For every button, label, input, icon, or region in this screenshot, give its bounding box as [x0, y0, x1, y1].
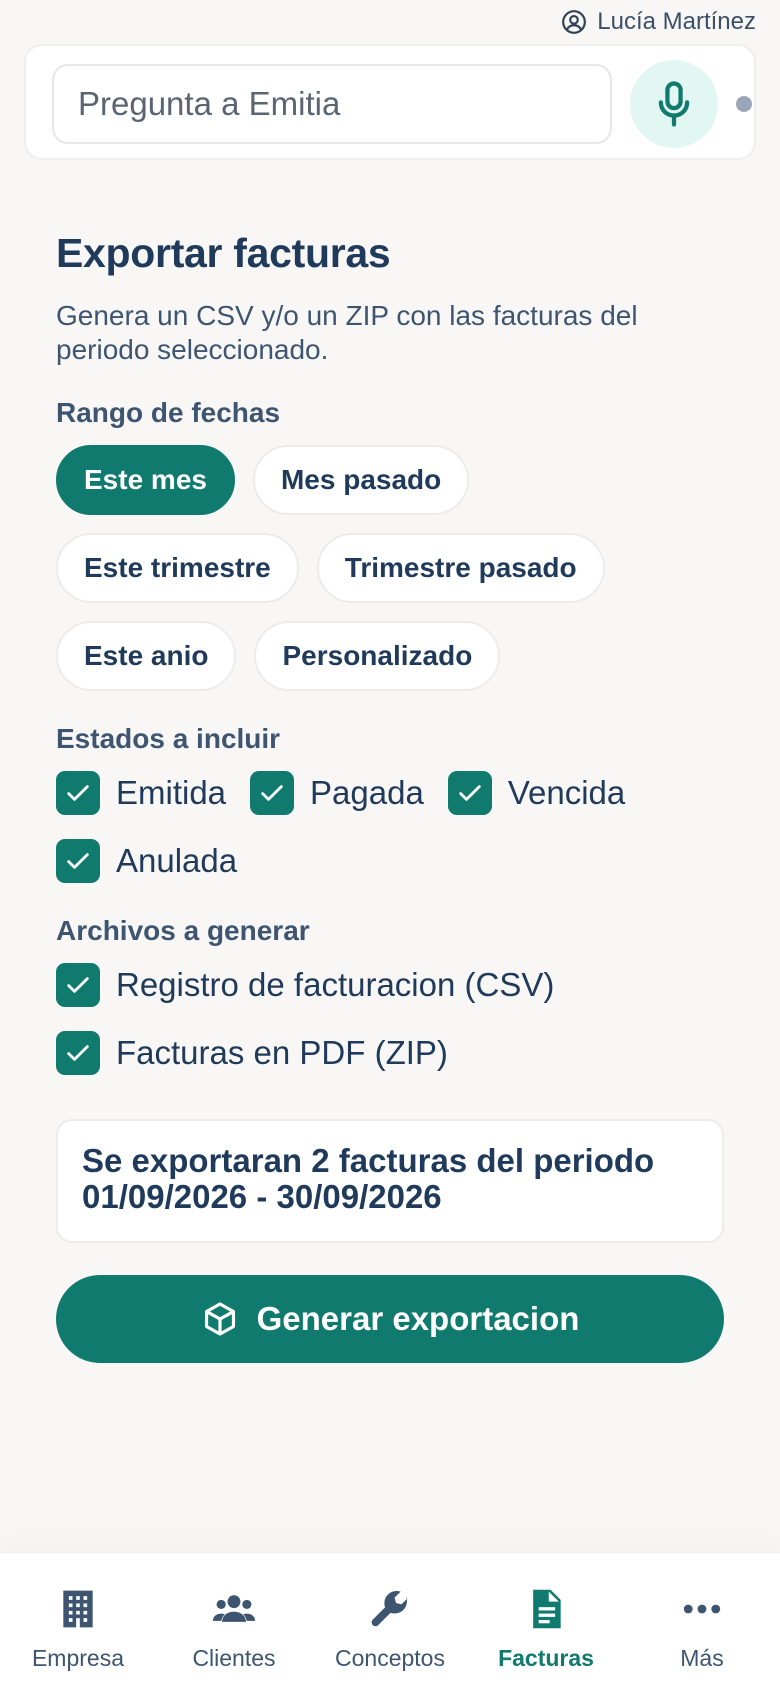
chip-mes-pasado[interactable]: Mes pasado [252, 445, 470, 515]
state-pagada[interactable]: Pagada [250, 759, 424, 827]
file-label: Registro de facturacion (CSV) [116, 966, 555, 1003]
nav-label: Empresa [31, 1645, 125, 1671]
summary-line-2: 01/09/2026 - 30/09/2026 [82, 1178, 442, 1215]
state-label: Emitida [116, 774, 227, 811]
nav-facturas[interactable]: Facturas [468, 1553, 624, 1688]
nav-label: Facturas [498, 1645, 594, 1671]
states-options: Emitida Pagada Vencida Anulada [56, 759, 728, 895]
checkbox[interactable] [56, 963, 100, 1007]
chip-este-anio[interactable]: Este anio [56, 621, 237, 691]
user-profile[interactable]: Lucía Martínez [561, 8, 756, 36]
state-anulada[interactable]: Anulada [56, 827, 704, 895]
page-description: Genera un CSV y/o un ZIP con las factura… [56, 300, 638, 365]
state-label: Anulada [116, 842, 238, 879]
checkbox[interactable] [56, 1031, 100, 1075]
ask-input[interactable] [52, 64, 612, 144]
page-title: Exportar facturas [56, 230, 391, 276]
users-icon [212, 1595, 256, 1622]
document-icon [533, 1589, 561, 1629]
files-label: Archivos a generar [56, 915, 310, 946]
building-icon [63, 1590, 93, 1628]
bottom-nav: Empresa Clientes Conceptos Facturas Más [0, 1552, 780, 1688]
summary-line-1: Se exportaran 2 facturas del periodo [82, 1142, 655, 1179]
chip-este-mes[interactable]: Este mes [56, 445, 235, 515]
chip-trimestre-pasado[interactable]: Trimestre pasado [316, 533, 605, 603]
generate-export-label: Generar exportacion [256, 1300, 580, 1337]
checkbox[interactable] [56, 839, 100, 883]
state-label: Vencida [507, 774, 626, 811]
user-name: Lucía Martínez [597, 8, 756, 35]
date-range-options: Este mes Mes pasado Este trimestre Trime… [56, 445, 728, 691]
check-icon [67, 785, 89, 801]
nav-label: Más [680, 1645, 724, 1671]
chip-este-trimestre[interactable]: Este trimestre [56, 533, 299, 603]
nav-mas[interactable]: Más [624, 1553, 780, 1688]
nav-conceptos[interactable]: Conceptos [312, 1553, 468, 1688]
microphone-icon [658, 81, 690, 127]
nav-clientes[interactable]: Clientes [156, 1553, 312, 1688]
checkbox[interactable] [447, 771, 492, 815]
check-icon [67, 977, 89, 993]
export-panel: Exportar facturas Genera un CSV y/o un Z… [56, 230, 728, 1363]
microphone-button[interactable] [630, 60, 718, 148]
cube-icon [204, 1302, 235, 1336]
generate-export-button[interactable]: Generar exportacion [56, 1275, 724, 1363]
checkbox[interactable] [250, 771, 295, 815]
check-icon [67, 853, 89, 869]
status-dot [736, 96, 752, 112]
file-csv[interactable]: Registro de facturacion (CSV) [56, 951, 704, 1019]
files-options: Registro de facturacion (CSV) Facturas e… [56, 951, 728, 1087]
nav-label: Conceptos [335, 1645, 445, 1671]
user-circle-icon [562, 10, 587, 34]
check-icon [67, 1045, 89, 1061]
file-zip[interactable]: Facturas en PDF (ZIP) [56, 1019, 704, 1087]
state-vencida[interactable]: Vencida [447, 759, 626, 827]
check-icon [261, 785, 283, 801]
chip-personalizado[interactable]: Personalizado [254, 621, 501, 691]
wrench-icon [371, 1590, 408, 1627]
date-range-label: Rango de fechas [56, 397, 281, 428]
more-icon [683, 1604, 721, 1614]
nav-label: Clientes [192, 1645, 276, 1671]
assistant-bar [24, 44, 756, 160]
checkbox[interactable] [56, 771, 100, 815]
check-icon [459, 785, 481, 801]
export-summary: Se exportaran 2 facturas del periodo 01/… [56, 1119, 724, 1243]
states-label: Estados a incluir [56, 723, 281, 754]
file-label: Facturas en PDF (ZIP) [116, 1034, 448, 1071]
state-label: Pagada [310, 774, 424, 811]
nav-empresa[interactable]: Empresa [0, 1553, 156, 1688]
state-emitida[interactable]: Emitida [56, 759, 226, 827]
